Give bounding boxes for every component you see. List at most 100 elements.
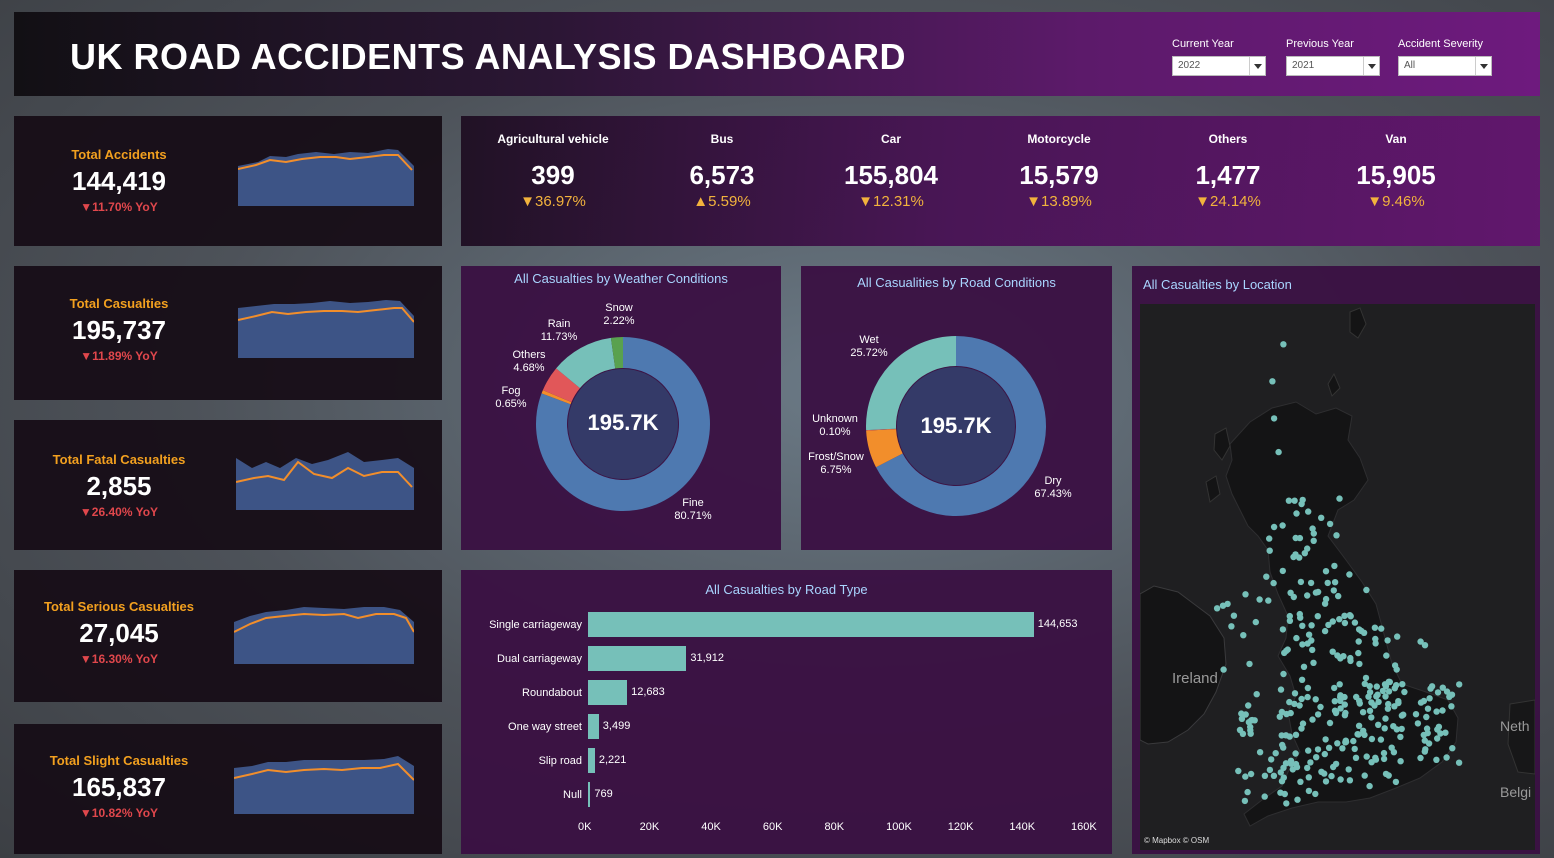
casualty-location-dot[interactable] [1305, 747, 1312, 754]
casualty-location-dot[interactable] [1330, 587, 1337, 594]
casualty-location-dot[interactable] [1346, 571, 1353, 578]
casualty-location-dot[interactable] [1427, 685, 1434, 692]
casualty-location-dot[interactable] [1270, 415, 1278, 422]
filter-current-year[interactable]: Current Year 2022 [1172, 38, 1266, 76]
bar-slip-road[interactable] [588, 748, 595, 773]
casualty-location-dot[interactable] [1235, 767, 1242, 775]
casualty-location-dot[interactable] [1331, 684, 1338, 692]
casualty-location-dot[interactable] [1266, 547, 1273, 554]
casualty-location-dot[interactable] [1261, 793, 1268, 800]
casualty-location-dot[interactable] [1322, 736, 1329, 743]
casualty-location-dot[interactable] [1287, 589, 1294, 596]
casualty-location-dot[interactable] [1381, 725, 1388, 732]
casualty-location-dot[interactable] [1292, 750, 1299, 757]
casualty-location-dot[interactable] [1353, 693, 1360, 701]
casualty-location-dot[interactable] [1434, 735, 1441, 742]
casualty-location-dot[interactable] [1337, 776, 1344, 783]
casualty-location-dot[interactable] [1313, 754, 1320, 761]
casualty-location-dot[interactable] [1331, 562, 1338, 570]
casualty-location-dot[interactable] [1279, 567, 1286, 575]
casualty-location-dot[interactable] [1321, 627, 1329, 635]
bar-roundabout[interactable] [588, 680, 628, 705]
casualty-location-dot[interactable] [1336, 495, 1343, 502]
casualty-location-dot[interactable] [1213, 605, 1221, 612]
casualty-location-dot[interactable] [1334, 740, 1341, 747]
casualty-location-dot[interactable] [1310, 537, 1317, 544]
casualty-location-dot[interactable] [1328, 772, 1335, 780]
casualty-location-dot[interactable] [1256, 596, 1263, 603]
casualty-location-dot[interactable] [1443, 754, 1450, 761]
casualty-location-dot[interactable] [1279, 741, 1286, 749]
casualty-location-dot[interactable] [1417, 754, 1424, 762]
casualty-location-dot[interactable] [1266, 766, 1274, 774]
casualty-location-dot[interactable] [1372, 635, 1379, 643]
casualty-location-dot[interactable] [1398, 725, 1405, 733]
chevron-down-icon[interactable] [1363, 57, 1379, 75]
casualty-location-dot[interactable] [1286, 617, 1294, 624]
casualty-location-dot[interactable] [1433, 708, 1440, 715]
filter-accident-severity[interactable]: Accident Severity All [1398, 38, 1492, 76]
casualty-location-dot[interactable] [1326, 520, 1334, 528]
casualty-location-dot[interactable] [1247, 727, 1254, 734]
casualty-location-dot[interactable] [1352, 754, 1360, 761]
casualty-location-dot[interactable] [1373, 683, 1380, 690]
bar-dual-carriageway[interactable] [588, 646, 687, 671]
casualty-location-dot[interactable] [1240, 632, 1247, 639]
casualty-location-dot[interactable] [1270, 579, 1277, 587]
casualty-location-dot[interactable] [1448, 703, 1455, 710]
casualty-location-dot[interactable] [1392, 778, 1400, 786]
casualty-location-dot[interactable] [1290, 553, 1297, 561]
casualty-location-dot[interactable] [1296, 702, 1303, 709]
casualty-location-dot[interactable] [1368, 699, 1375, 706]
casualty-location-dot[interactable] [1304, 693, 1311, 701]
casualty-location-dot[interactable] [1314, 746, 1322, 753]
casualty-location-dot[interactable] [1390, 723, 1397, 730]
casualty-location-dot[interactable] [1375, 698, 1382, 706]
casualty-location-dot[interactable] [1307, 579, 1315, 587]
casualty-location-dot[interactable] [1391, 662, 1399, 669]
casualty-location-dot[interactable] [1358, 627, 1365, 635]
casualty-location-dot[interactable] [1446, 693, 1453, 700]
filter-previous-year[interactable]: Previous Year 2021 [1286, 38, 1380, 76]
casualty-location-dot[interactable] [1247, 770, 1255, 778]
casualty-location-dot[interactable] [1276, 713, 1283, 720]
casualty-location-dot[interactable] [1304, 592, 1311, 599]
casualty-location-dot[interactable] [1442, 729, 1449, 736]
casualty-location-dot[interactable] [1322, 568, 1330, 575]
casualty-location-dot[interactable] [1291, 690, 1299, 697]
casualty-location-dot[interactable] [1245, 702, 1252, 709]
casualty-location-dot[interactable] [1289, 766, 1296, 773]
casualty-location-dot[interactable] [1337, 655, 1344, 662]
casualty-location-dot[interactable] [1293, 634, 1300, 642]
casualty-location-dot[interactable] [1301, 550, 1308, 557]
casualty-location-dot[interactable] [1435, 723, 1443, 730]
casualty-location-dot[interactable] [1351, 619, 1359, 626]
bar-null[interactable] [588, 782, 591, 807]
casualty-location-dot[interactable] [1331, 579, 1339, 586]
casualty-location-dot[interactable] [1241, 797, 1249, 805]
casualty-location-dot[interactable] [1305, 774, 1312, 781]
casualty-location-dot[interactable] [1395, 699, 1402, 707]
casualty-location-dot[interactable] [1305, 508, 1312, 515]
casualty-location-dot[interactable] [1363, 753, 1370, 760]
casualty-location-dot[interactable] [1330, 763, 1337, 771]
casualty-location-dot[interactable] [1265, 597, 1272, 604]
casualty-location-dot[interactable] [1337, 692, 1344, 699]
casualty-location-dot[interactable] [1312, 696, 1319, 703]
casualty-location-dot[interactable] [1242, 773, 1249, 780]
casualty-location-dot[interactable] [1297, 778, 1304, 785]
casualty-location-dot[interactable] [1356, 700, 1363, 707]
casualty-location-dot[interactable] [1371, 624, 1379, 631]
casualty-location-dot[interactable] [1336, 616, 1343, 623]
casualty-location-dot[interactable] [1292, 534, 1299, 542]
casualty-location-dot[interactable] [1312, 589, 1320, 596]
casualty-location-dot[interactable] [1361, 772, 1368, 779]
casualty-location-dot[interactable] [1355, 649, 1362, 657]
casualty-location-dot[interactable] [1425, 740, 1433, 747]
casualty-location-dot[interactable] [1304, 684, 1312, 692]
casualty-location-dot[interactable] [1310, 659, 1317, 666]
casualty-location-dot[interactable] [1390, 749, 1398, 756]
casualty-location-dot[interactable] [1253, 691, 1260, 698]
casualty-location-dot[interactable] [1382, 770, 1390, 778]
casualty-location-dot[interactable] [1384, 637, 1391, 644]
